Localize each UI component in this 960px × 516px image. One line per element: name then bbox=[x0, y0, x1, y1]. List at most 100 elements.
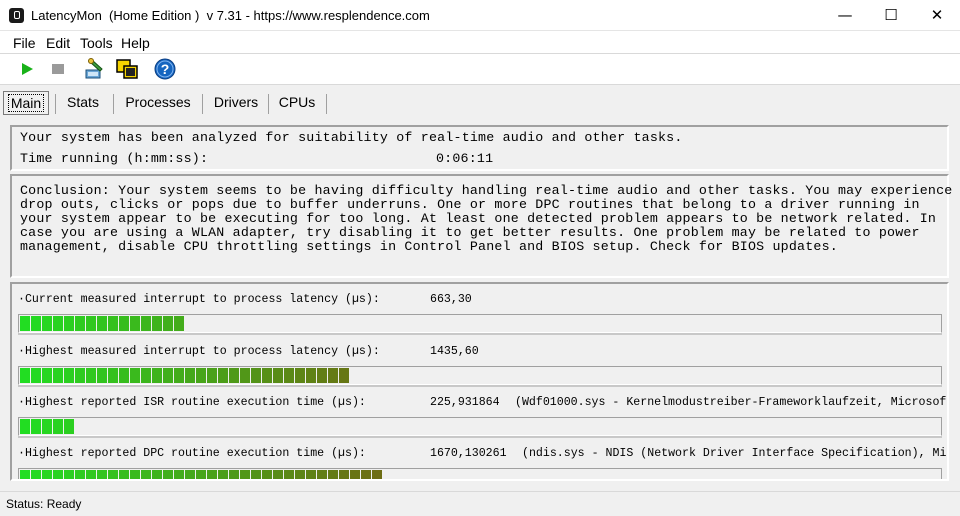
metric-value: 1670,130261 bbox=[430, 447, 507, 460]
metric-value: 663,30 bbox=[430, 293, 472, 306]
title-bar: LatencyMon (Home Edition ) v 7.31 - http… bbox=[0, 0, 960, 31]
bar-segment bbox=[75, 368, 85, 383]
driver-tool-icon bbox=[85, 58, 103, 79]
bar-segment bbox=[218, 470, 228, 479]
bar-segment bbox=[196, 368, 206, 383]
menu-help-label: Help bbox=[121, 35, 150, 51]
bar-segment bbox=[339, 470, 349, 479]
bar-segment bbox=[141, 316, 151, 331]
bar-segment bbox=[86, 368, 96, 383]
tab-stats[interactable]: Stats bbox=[61, 91, 105, 115]
tab-separator bbox=[326, 94, 327, 114]
bar-segment bbox=[42, 470, 52, 479]
metric-label: ·Highest reported DPC routine execution … bbox=[18, 447, 366, 460]
bar-segment bbox=[64, 470, 74, 479]
bar-segment bbox=[119, 368, 129, 383]
minimize-button[interactable]: — bbox=[822, 0, 868, 31]
bar-segment bbox=[339, 368, 349, 383]
tab-main[interactable]: Main bbox=[3, 91, 49, 115]
bar-segment bbox=[163, 368, 173, 383]
bar-segment bbox=[295, 368, 305, 383]
conclusion-line: drop outs, clicks or pops due to buffer … bbox=[20, 197, 920, 212]
tab-strip: Main Stats Processes Drivers CPUs bbox=[0, 86, 960, 120]
conclusion-line: management, disable CPU throttling setti… bbox=[20, 239, 838, 254]
bar-segment bbox=[306, 368, 316, 383]
bar-segment bbox=[361, 470, 371, 479]
bar-segment bbox=[152, 316, 162, 331]
metrics-panel: ·Current measured interrupt to process l… bbox=[10, 282, 949, 481]
tab-separator bbox=[113, 94, 114, 114]
bar-segment bbox=[229, 368, 239, 383]
bar-segment bbox=[97, 316, 107, 331]
bar-segment bbox=[130, 368, 140, 383]
menu-file[interactable]: File bbox=[13, 35, 36, 51]
time-running-value: 0:06:11 bbox=[436, 151, 494, 166]
toolbar: ? bbox=[0, 54, 960, 85]
bar-segment bbox=[174, 470, 184, 479]
cpu-window-button[interactable] bbox=[115, 57, 139, 81]
cpu-window-icon bbox=[116, 59, 138, 79]
play-icon bbox=[22, 63, 33, 75]
metric-value: 225,931864 bbox=[430, 396, 500, 409]
metric-value: 1435,60 bbox=[430, 345, 479, 358]
tab-cpus[interactable]: CPUs bbox=[275, 91, 319, 115]
bar-segment bbox=[108, 316, 118, 331]
bar-segment bbox=[218, 368, 228, 383]
maximize-button[interactable]: ☐ bbox=[868, 0, 914, 31]
toolbar-separator bbox=[145, 57, 146, 82]
analysis-summary: Your system has been analyzed for suitab… bbox=[20, 130, 683, 145]
tab-drivers[interactable]: Drivers bbox=[209, 91, 263, 115]
bar-segment bbox=[196, 470, 206, 479]
toolbar-separator bbox=[76, 57, 77, 82]
bar-segment bbox=[20, 419, 30, 434]
tab-separator bbox=[268, 94, 269, 114]
bar-segment bbox=[251, 368, 261, 383]
bar-segment bbox=[108, 470, 118, 479]
bar-segment bbox=[185, 368, 195, 383]
menu-file-label: File bbox=[13, 35, 36, 51]
bar-segment bbox=[141, 368, 151, 383]
menu-tools[interactable]: Tools bbox=[80, 35, 113, 51]
bar-segment bbox=[53, 470, 63, 479]
bar-segment bbox=[31, 470, 41, 479]
latency-bar bbox=[18, 314, 942, 335]
bar-segment bbox=[163, 470, 173, 479]
bar-segment bbox=[328, 368, 338, 383]
bar-segment bbox=[207, 470, 217, 479]
bar-segment bbox=[31, 368, 41, 383]
menu-help[interactable]: Help bbox=[121, 35, 150, 51]
tab-separator bbox=[55, 94, 56, 114]
bar-segment bbox=[20, 470, 30, 479]
bar-segment bbox=[240, 470, 250, 479]
time-running-label: Time running (h:mm:ss): bbox=[20, 151, 209, 166]
bar-segment bbox=[207, 368, 217, 383]
bar-segment bbox=[295, 470, 305, 479]
stop-button[interactable] bbox=[46, 57, 70, 81]
latency-bar-fill bbox=[20, 368, 349, 383]
toolbar-separator bbox=[183, 57, 184, 82]
start-button[interactable] bbox=[15, 57, 39, 81]
help-button[interactable]: ? bbox=[153, 57, 177, 81]
bar-segment bbox=[141, 470, 151, 479]
latency-bar bbox=[18, 468, 942, 479]
tab-processes[interactable]: Processes bbox=[120, 91, 196, 115]
driver-tool-button[interactable] bbox=[83, 57, 107, 81]
bar-segment bbox=[284, 470, 294, 479]
bar-segment bbox=[64, 368, 74, 383]
bar-segment bbox=[108, 368, 118, 383]
menu-edit-label: Edit bbox=[46, 35, 71, 51]
bar-segment bbox=[163, 316, 173, 331]
metric-label: ·Highest measured interrupt to process l… bbox=[18, 345, 380, 358]
tab-cpus-label: CPUs bbox=[278, 94, 316, 110]
menu-edit[interactable]: Edit bbox=[46, 35, 70, 51]
menu-bar: File Edit Tools Help bbox=[0, 31, 960, 54]
bar-segment bbox=[53, 419, 63, 434]
close-button[interactable]: ✕ bbox=[914, 0, 960, 31]
bar-segment bbox=[306, 470, 316, 479]
tab-stats-label: Stats bbox=[67, 94, 99, 110]
bar-segment bbox=[20, 316, 30, 331]
bar-segment bbox=[284, 368, 294, 383]
bar-segment bbox=[328, 470, 338, 479]
bar-segment bbox=[42, 316, 52, 331]
bar-segment bbox=[64, 419, 74, 434]
